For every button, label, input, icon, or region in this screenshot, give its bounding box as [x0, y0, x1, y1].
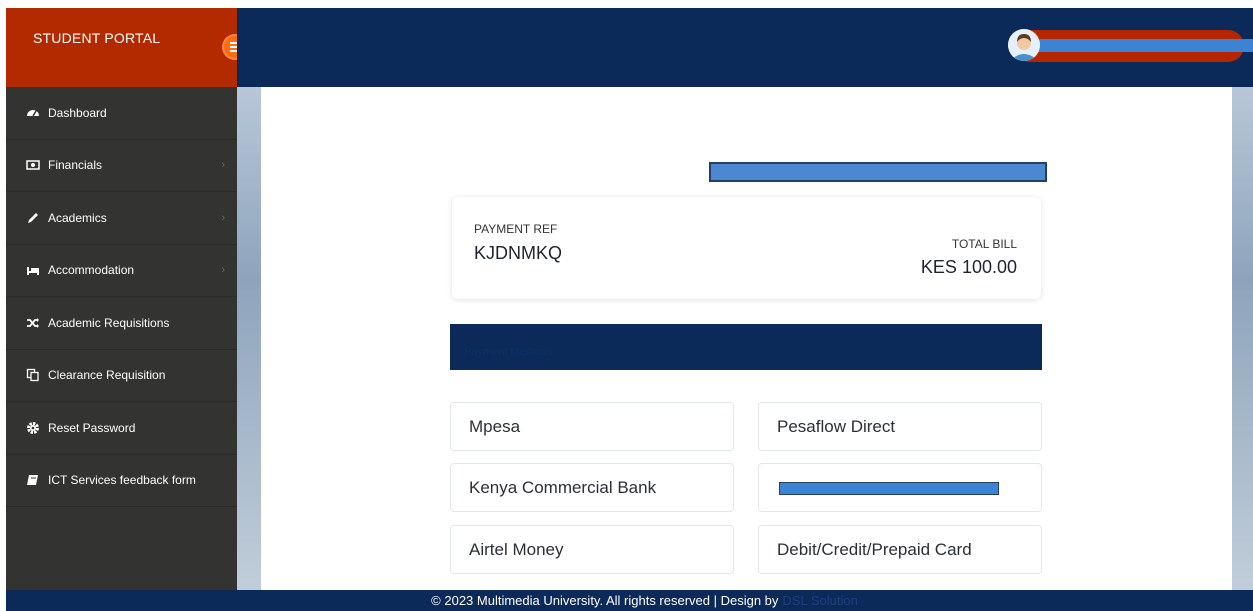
redaction-bar — [779, 482, 999, 495]
sidebar-item-label: Financials — [48, 158, 103, 173]
payment-method-card[interactable]: Debit/Credit/Prepaid Card — [758, 525, 1042, 574]
payment-method-label: Debit/Credit/Prepaid Card — [777, 539, 972, 559]
payment-method-mpesa[interactable]: Mpesa — [450, 402, 734, 451]
payment-method-kcb[interactable]: Kenya Commercial Bank — [450, 463, 734, 512]
payment-method-pesaflow[interactable]: Pesaflow Direct — [758, 402, 1042, 451]
user-name-redacted — [1036, 39, 1253, 52]
student-info-redacted — [709, 162, 1047, 182]
sidebar-item-label: Reset Password — [48, 420, 136, 435]
pencil-icon — [26, 211, 40, 225]
payment-method-label: Airtel Money — [469, 539, 564, 559]
sidebar-item-label: ICT Services feedback form — [48, 473, 196, 488]
payment-method-airtel[interactable]: Airtel Money — [450, 525, 734, 574]
footer-design-link[interactable]: DSL Solution — [782, 593, 857, 608]
sidebar: Dashboard Financials › Academics › Accom… — [6, 87, 237, 590]
chevron-right-icon: › — [221, 211, 225, 224]
footer-text: © 2023 Multimedia University. All rights… — [431, 593, 779, 608]
gear-icon — [26, 421, 40, 435]
dashboard-icon — [26, 106, 40, 120]
bed-icon — [26, 263, 40, 277]
sidebar-item-label: Academics — [48, 210, 107, 225]
payment-methods-header: Payment Methods — [450, 324, 1042, 370]
sidebar-item-ict-feedback[interactable]: ICT Services feedback form — [6, 455, 237, 507]
total-bill-label: TOTAL BILL — [951, 237, 1017, 251]
chevron-right-icon: › — [221, 159, 225, 172]
bill-summary-card: PAYMENT REF KJDNMKQ TOTAL BILL KES 100.0… — [452, 197, 1041, 299]
portal-title: STUDENT PORTAL — [33, 30, 161, 46]
sidebar-item-academics[interactable]: Academics › — [6, 192, 237, 245]
book-icon — [26, 473, 40, 487]
chevron-right-icon: › — [221, 264, 225, 277]
app-window: STUDENT PORTAL Dashboard Financials › Ac… — [6, 8, 1253, 611]
sidebar-item-accommodation[interactable]: Accommodation › — [6, 245, 237, 297]
payment-ref-value: KJDNMKQ — [474, 243, 563, 263]
payment-ref-label: PAYMENT REF — [474, 222, 558, 236]
sidebar-item-financials[interactable]: Financials › — [6, 140, 237, 192]
money-icon — [26, 158, 40, 172]
brand-bar: STUDENT PORTAL — [6, 8, 237, 87]
sidebar-item-label: Accommodation — [48, 263, 135, 278]
user-avatar[interactable] — [1008, 29, 1040, 61]
copy-icon — [26, 368, 40, 382]
sidebar-item-academic-requisitions[interactable]: Academic Requisitions — [6, 297, 237, 350]
avatar-icon — [1008, 29, 1040, 61]
shuffle-icon — [26, 316, 40, 330]
sidebar-item-label: Dashboard — [48, 105, 107, 120]
sidebar-item-clearance-requisition[interactable]: Clearance Requisition — [6, 350, 237, 402]
payment-method-label: Kenya Commercial Bank — [469, 477, 657, 497]
payment-methods-title: Payment Methods — [464, 346, 553, 358]
total-bill-value: KES 100.00 — [920, 257, 1017, 277]
payment-method-redacted[interactable] — [758, 463, 1042, 512]
sidebar-item-reset-password[interactable]: Reset Password — [6, 402, 237, 455]
payment-method-label: Pesaflow Direct — [777, 416, 896, 436]
sidebar-item-dashboard[interactable]: Dashboard — [6, 87, 237, 140]
sidebar-item-label: Clearance Requisition — [48, 368, 166, 383]
page-footer: © 2023 Multimedia University. All rights… — [6, 590, 1253, 611]
payment-method-label: Mpesa — [469, 416, 521, 436]
sidebar-item-label: Academic Requisitions — [48, 315, 170, 330]
